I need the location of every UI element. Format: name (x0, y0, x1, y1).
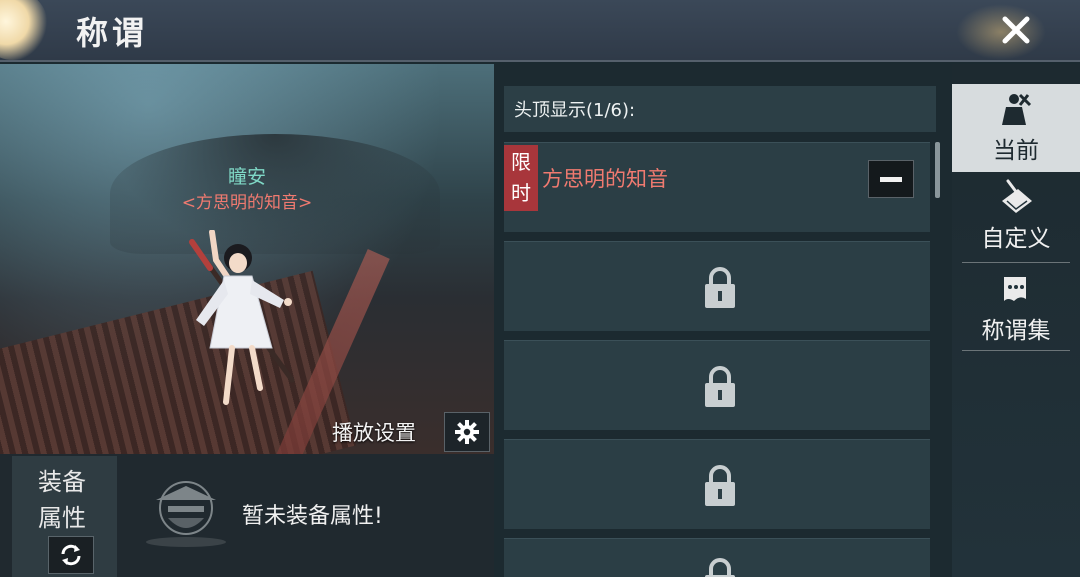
title-slot-locked[interactable] (504, 241, 930, 331)
title-slot-equipped[interactable]: 限 时 方思明的知音 (504, 142, 930, 232)
equipped-title-name: 方思明的知音 (542, 167, 668, 191)
equip-tab-label-line1: 装备 (38, 468, 86, 496)
lock-icon (705, 366, 735, 407)
character-name: 瞳安 (227, 166, 266, 188)
moon-decoration (0, 0, 48, 60)
remove-title-button[interactable] (868, 160, 914, 198)
play-settings-button[interactable] (444, 412, 490, 452)
limited-time-badge: 限 时 (504, 145, 538, 211)
title-slot-locked[interactable] (504, 538, 930, 577)
minus-icon (880, 176, 902, 182)
close-button[interactable] (994, 8, 1038, 52)
character-preview: 瞳安 <方思明的知音> 播放设置 (0, 64, 494, 454)
lock-icon (705, 558, 735, 577)
empty-mascot-icon (146, 481, 226, 547)
title-slot-locked[interactable] (504, 340, 930, 430)
character-icon (1002, 93, 1032, 125)
equip-attribute-panel: 装备 属性 暂未装备属性! (0, 454, 494, 577)
list-scrollbar[interactable] (935, 142, 940, 198)
tab-collection-label: 称谓集 (981, 318, 1051, 344)
limited-badge-line1: 限 (511, 150, 531, 174)
title-slot-list: 头顶显示(1/6): 限 时 方思明的知音 (494, 64, 952, 577)
edit-paper-icon (1002, 179, 1032, 213)
overhead-display-header: 头顶显示(1/6): (504, 86, 936, 132)
no-attribute-text: 暂未装备属性! (242, 504, 383, 529)
top-bar: 称谓 (0, 0, 1080, 62)
tab-collection[interactable]: 称谓集 (952, 264, 1080, 352)
play-settings-label: 播放设置 (332, 421, 416, 445)
equip-attribute-tab[interactable]: 装备 属性 (12, 456, 117, 577)
close-icon (1002, 16, 1030, 44)
gear-icon (455, 420, 479, 444)
tab-current-label: 当前 (993, 138, 1039, 164)
page-title: 称谓 (76, 14, 149, 52)
tab-custom[interactable]: 自定义 (952, 172, 1080, 260)
character-figure (189, 230, 295, 405)
tab-custom-label: 自定义 (981, 226, 1051, 252)
equip-tab-label-line2: 属性 (38, 504, 86, 532)
equip-tab-label: 装备 属性 (12, 464, 112, 536)
title-slot-locked[interactable] (504, 439, 930, 529)
lock-icon (705, 267, 735, 308)
tab-current[interactable]: 当前 (952, 84, 1080, 172)
refresh-icon (61, 544, 81, 566)
side-tab-bar: 当前 自定义 称谓集 (952, 64, 1080, 577)
swap-attribute-button[interactable] (48, 536, 94, 574)
lock-icon (705, 465, 735, 506)
limited-badge-line2: 时 (511, 181, 531, 205)
scroll-icon (1004, 277, 1026, 301)
character-title: <方思明的知音> (181, 193, 313, 213)
tab-divider (962, 262, 1070, 263)
